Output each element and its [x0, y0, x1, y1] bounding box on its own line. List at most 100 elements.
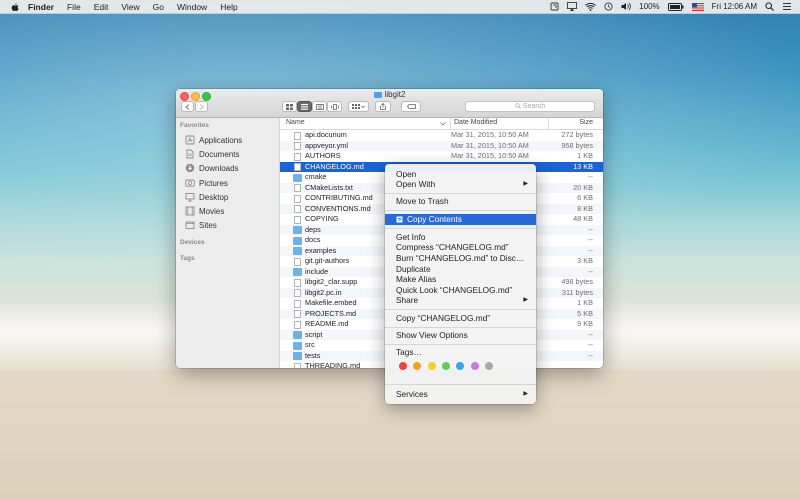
- menu-item-copy[interactable]: Copy “CHANGELOG.md”: [385, 313, 536, 324]
- share-button[interactable]: [375, 101, 391, 112]
- sidebar-item-sites[interactable]: Sites: [185, 219, 217, 231]
- columns-icon: [315, 103, 324, 110]
- menu-item-compress[interactable]: Compress “CHANGELOG.md”: [385, 242, 536, 253]
- volume-icon[interactable]: [621, 2, 631, 11]
- notification-center-icon[interactable]: [782, 2, 792, 11]
- sidebar-item-label: Desktop: [199, 192, 229, 202]
- sidebar-item-pictures[interactable]: Pictures: [185, 177, 228, 189]
- arrange-icon: [352, 103, 365, 109]
- search-placeholder: Search: [522, 103, 546, 110]
- menu-separator: [385, 228, 536, 229]
- sidebar-item-movies[interactable]: Movies: [185, 205, 224, 217]
- file-size: 48 KB: [573, 214, 593, 223]
- file-name: examples: [305, 245, 337, 255]
- file-name: CONTRIBUTING.md: [305, 193, 373, 202]
- cover-flow-button[interactable]: [327, 101, 342, 112]
- tag-color-dot[interactable]: [427, 362, 436, 370]
- file-name: COPYING: [305, 214, 339, 223]
- file-size: 13 KB: [573, 161, 593, 171]
- column-header: Name Date Modified Size: [280, 118, 603, 130]
- menu-item-show-view-options[interactable]: Show View Options: [385, 330, 536, 341]
- document-icon: [294, 152, 301, 161]
- folder-icon: [293, 352, 302, 360]
- menu-item-services[interactable]: Services ▶: [385, 389, 536, 400]
- spotlight-status-icon[interactable]: [550, 2, 559, 11]
- sidebar-header-favorites: Favorites: [180, 122, 209, 129]
- file-name: docs: [305, 235, 321, 244]
- input-source-flag-icon[interactable]: [691, 2, 704, 11]
- search-field[interactable]: Search: [465, 101, 595, 112]
- column-header-date[interactable]: Date Modified: [450, 118, 497, 129]
- pictures-icon: [185, 179, 195, 187]
- column-view-button[interactable]: [312, 101, 327, 112]
- menu-item-open-with[interactable]: Open With ▶: [385, 179, 536, 190]
- menu-item-tags[interactable]: Tags…: [385, 347, 536, 358]
- table-row[interactable]: api.docurium Mar 31, 2015, 10:50 AM 272 by…: [280, 130, 603, 141]
- menu-item-label: Tags…: [396, 347, 422, 357]
- spotlight-search-icon[interactable]: [765, 2, 774, 11]
- document-icon: [294, 205, 301, 213]
- menu-window[interactable]: Window: [177, 2, 207, 12]
- arrange-button[interactable]: [348, 101, 369, 112]
- menu-view[interactable]: View: [121, 2, 139, 12]
- menu-item-burn[interactable]: Burn “CHANGELOG.md” to Disc…: [385, 253, 536, 264]
- file-name: libgit2_clar.supp: [305, 277, 358, 286]
- menu-item-label: Make Alias: [396, 274, 437, 284]
- airplay-icon[interactable]: [567, 2, 578, 11]
- file-size: 8 KB: [577, 203, 593, 213]
- sidebar-item-applications[interactable]: Applications: [185, 134, 242, 146]
- applications-icon: [185, 135, 195, 145]
- menu-item-label: Share: [396, 295, 419, 305]
- menu-item-make-alias[interactable]: Make Alias: [385, 274, 536, 285]
- chevron-right-icon: [199, 103, 204, 110]
- tag-color-dot[interactable]: [470, 362, 479, 370]
- sidebar-item-desktop[interactable]: Desktop: [185, 191, 228, 203]
- tag-color-dot[interactable]: [441, 362, 450, 370]
- file-name: PROJECTS.md: [305, 308, 357, 318]
- chevron-left-icon: [185, 103, 190, 110]
- menu-separator: [385, 384, 536, 385]
- menu-item-move-to-trash[interactable]: Move to Trash: [385, 196, 536, 207]
- menu-go[interactable]: Go: [153, 2, 164, 12]
- menu-separator: [385, 210, 536, 211]
- menu-edit[interactable]: Edit: [94, 2, 109, 12]
- document-icon: [294, 320, 301, 329]
- list-icon: [301, 103, 308, 110]
- tag-color-dot[interactable]: [484, 362, 493, 370]
- clock[interactable]: Fri 12:06 AM: [712, 2, 757, 11]
- table-row[interactable]: appveyor.yml Mar 31, 2015, 10:50 AM 958 by…: [280, 140, 603, 151]
- icon-view-button[interactable]: [282, 101, 297, 112]
- back-button[interactable]: [181, 101, 194, 112]
- menu-item-share[interactable]: Share ▶: [385, 295, 536, 306]
- time-machine-icon[interactable]: [604, 2, 613, 11]
- tags-button[interactable]: [401, 101, 421, 112]
- sidebar-item-documents[interactable]: Documents: [185, 148, 239, 160]
- battery-percent: 100%: [639, 2, 660, 11]
- menu-item-copy-contents[interactable]: Copy Contents: [385, 214, 536, 225]
- menu-app-name[interactable]: Finder: [28, 2, 54, 12]
- table-row[interactable]: AUTHORS Mar 31, 2015, 10:50 AM 1 KB: [280, 151, 603, 162]
- tag-color-dot[interactable]: [399, 362, 407, 370]
- submenu-arrow-icon: ▶: [523, 391, 528, 397]
- forward-button[interactable]: [195, 101, 208, 112]
- wifi-icon[interactable]: [585, 2, 597, 11]
- file-name: README.md: [305, 319, 349, 328]
- column-header-name[interactable]: Name: [286, 119, 305, 126]
- file-date: Mar 31, 2015, 10:50 AM: [451, 130, 529, 139]
- submenu-arrow-icon: ▶: [523, 297, 528, 303]
- file-name: tests: [305, 350, 321, 360]
- list-view-button[interactable]: [297, 101, 312, 112]
- title-bar[interactable]: libgit2 Search: [176, 89, 603, 118]
- file-size: --: [588, 329, 593, 339]
- sidebar-item-downloads[interactable]: Downloads: [185, 162, 239, 174]
- menu-help[interactable]: Help: [220, 2, 237, 12]
- folder-icon: [293, 236, 302, 245]
- column-header-size[interactable]: Size: [579, 119, 593, 126]
- file-name: CHANGELOG.md: [305, 161, 364, 171]
- battery-icon[interactable]: [667, 2, 684, 11]
- sidebar-item-label: Pictures: [199, 178, 228, 188]
- document-icon: [294, 131, 301, 140]
- file-date: Mar 31, 2015, 10:50 AM: [451, 151, 529, 160]
- menu-file[interactable]: File: [67, 2, 81, 12]
- apple-menu-icon[interactable]: [10, 2, 20, 12]
